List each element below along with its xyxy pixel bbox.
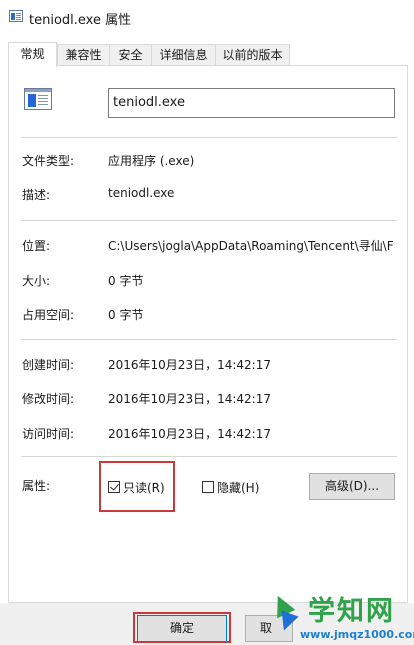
separator bbox=[21, 339, 397, 340]
accessed-label: 访问时间: bbox=[22, 427, 75, 441]
title-bar[interactable]: teniodl.exe 属性 bbox=[0, 0, 414, 34]
hidden-checkbox[interactable]: 隐藏(H) bbox=[202, 479, 259, 495]
properties-window: teniodl.exe 属性 常规 兼容性 安全 详细信息 以前的版本 teni… bbox=[0, 0, 414, 645]
icon-lines bbox=[16, 13, 21, 20]
app-title-icon bbox=[9, 10, 23, 22]
size-label: 大小: bbox=[22, 274, 51, 288]
advanced-button[interactable]: 高级(D)... bbox=[309, 473, 395, 500]
tab-general[interactable]: 常规 bbox=[8, 42, 57, 67]
highlight-box bbox=[99, 461, 175, 512]
tab-details[interactable]: 详细信息 bbox=[151, 44, 216, 65]
window-title: teniodl.exe 属性 bbox=[29, 13, 132, 28]
separator bbox=[21, 220, 397, 221]
file-name-field[interactable]: teniodl.exe bbox=[108, 88, 395, 118]
file-icon-blue bbox=[28, 94, 36, 107]
separator bbox=[21, 137, 397, 138]
modified-label: 修改时间: bbox=[22, 392, 75, 406]
location-value[interactable]: C:\Users\jogla\AppData\Roaming\Tencent\寻… bbox=[108, 237, 393, 254]
unchecked-box[interactable] bbox=[202, 481, 214, 493]
file-type-label: 文件类型: bbox=[22, 154, 75, 168]
general-tab-panel bbox=[8, 65, 408, 603]
exe-file-icon bbox=[24, 88, 52, 110]
separator bbox=[21, 456, 397, 457]
size-value: 0 字节 bbox=[108, 274, 144, 288]
watermark: 学知网 www.jmqz1000.com bbox=[268, 589, 414, 645]
location-label: 位置: bbox=[22, 239, 51, 253]
tab-previous-versions[interactable]: 以前的版本 bbox=[215, 44, 290, 65]
accessed-value: 2016年10月23日，14:42:17 bbox=[108, 427, 271, 441]
tab-compatibility[interactable]: 兼容性 bbox=[57, 44, 110, 65]
size-on-disk-value: 0 字节 bbox=[108, 308, 144, 322]
file-icon-bar bbox=[25, 89, 51, 92]
created-value: 2016年10月23日，14:42:17 bbox=[108, 358, 271, 372]
watermark-brand: 学知网 bbox=[308, 596, 395, 627]
highlight-box bbox=[133, 612, 231, 643]
icon-blue-block bbox=[11, 13, 15, 20]
description-label: 描述: bbox=[22, 188, 51, 202]
hidden-label[interactable]: 隐藏(H) bbox=[217, 479, 259, 496]
modified-value: 2016年10月23日，14:42:17 bbox=[108, 392, 271, 406]
size-on-disk-label: 占用空间: bbox=[22, 308, 75, 322]
tab-security[interactable]: 安全 bbox=[109, 44, 152, 65]
description-value: teniodl.exe bbox=[108, 186, 175, 200]
attributes-label: 属性: bbox=[22, 479, 51, 493]
file-icon-lines bbox=[38, 95, 48, 107]
watermark-url: www.jmqz1000.com bbox=[300, 628, 414, 641]
file-type-value: 应用程序 (.exe) bbox=[108, 154, 195, 168]
created-label: 创建时间: bbox=[22, 358, 75, 372]
